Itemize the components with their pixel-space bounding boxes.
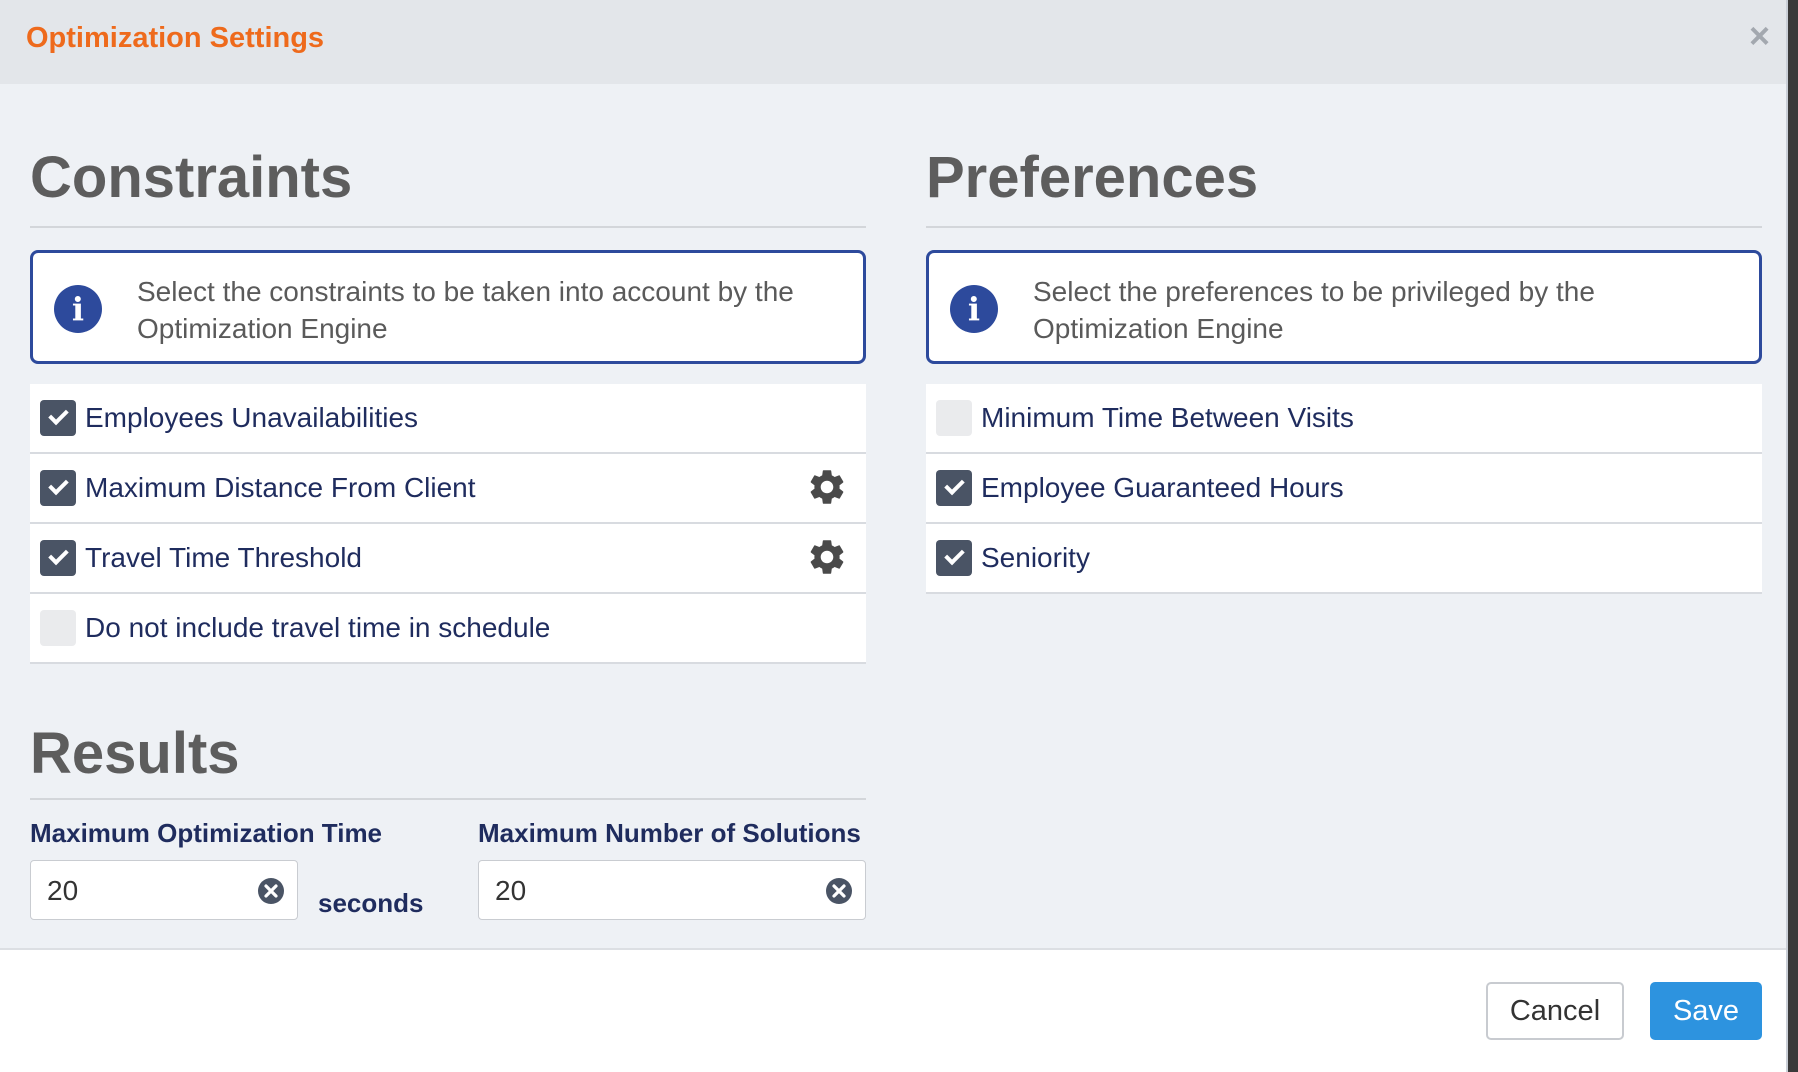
preferences-heading: Preferences [926, 130, 1762, 228]
optimization-settings-dialog: Optimization Settings × Constraints i Se… [0, 0, 1788, 1072]
constraint-label: Travel Time Threshold [85, 542, 362, 573]
gear-icon[interactable] [806, 466, 848, 508]
preference-item-employee-guaranteed-hours[interactable]: Employee Guaranteed Hours [926, 454, 1762, 524]
checkbox[interactable] [936, 470, 972, 506]
preference-item-minimum-time-between-visits[interactable]: Minimum Time Between Visits [926, 384, 1762, 454]
max-number-of-solutions-field [478, 860, 866, 921]
dialog-title: Optimization Settings [26, 22, 325, 54]
max-optimization-time-field [30, 860, 298, 921]
constraint-label: Maximum Distance From Client [85, 472, 476, 503]
constraint-item-travel-time-threshold[interactable]: Travel Time Threshold [30, 524, 866, 594]
preferences-info-box: i Select the preferences to be privilege… [926, 250, 1762, 364]
preferences-list: Minimum Time Between Visits Employee Gua… [926, 384, 1762, 594]
constraint-item-maximum-distance[interactable]: Maximum Distance From Client [30, 454, 866, 524]
constraints-info-box: i Select the constraints to be taken int… [30, 250, 866, 364]
results-section: Results Maximum Optimization Time second… [30, 710, 866, 921]
max-optimization-time-label: Maximum Optimization Time [30, 818, 383, 848]
info-circle-icon: i [950, 285, 998, 333]
constraint-item-travel-time-in-schedule[interactable]: Do not include travel time in schedule [30, 594, 866, 664]
preference-label: Employee Guaranteed Hours [981, 472, 1344, 503]
preference-label: Seniority [981, 542, 1090, 573]
dialog-header: Optimization Settings × [0, 0, 1786, 84]
constraint-item-employees-unavailabilities[interactable]: Employees Unavailabilities [30, 384, 866, 454]
checkbox[interactable] [40, 400, 76, 436]
seconds-unit-label: seconds [318, 888, 424, 918]
constraints-section: Constraints i Select the constraints to … [30, 130, 866, 664]
checkbox[interactable] [936, 400, 972, 436]
save-button[interactable]: Save [1650, 982, 1762, 1040]
max-number-of-solutions-label: Maximum Number of Solutions [478, 818, 861, 848]
max-optimization-time-input[interactable] [45, 861, 236, 921]
info-circle-icon: i [54, 285, 102, 333]
preference-item-seniority[interactable]: Seniority [926, 524, 1762, 594]
dialog-footer: Cancel Save [0, 948, 1786, 1072]
preferences-section: Preferences i Select the preferences to … [926, 130, 1762, 594]
preference-label: Minimum Time Between Visits [981, 402, 1354, 433]
clear-circle-icon[interactable] [825, 877, 853, 905]
results-heading: Results [30, 710, 866, 800]
clear-circle-icon[interactable] [257, 877, 285, 905]
preferences-info-text: Select the preferences to be privileged … [1033, 276, 1595, 344]
checkbox[interactable] [40, 610, 76, 646]
gear-icon[interactable] [806, 536, 848, 578]
constraints-list: Employees Unavailabilities Maximum Dista… [30, 384, 866, 664]
checkbox[interactable] [40, 470, 76, 506]
constraint-label: Employees Unavailabilities [85, 402, 419, 433]
constraints-heading: Constraints [30, 130, 866, 228]
constraint-label: Do not include travel time in schedule [85, 612, 551, 643]
close-icon[interactable]: × [1749, 18, 1770, 54]
max-number-of-solutions-input[interactable] [493, 861, 768, 921]
constraints-info-text: Select the constraints to be taken into … [137, 276, 794, 344]
checkbox[interactable] [936, 540, 972, 576]
cancel-button[interactable]: Cancel [1486, 982, 1624, 1040]
checkbox[interactable] [40, 540, 76, 576]
